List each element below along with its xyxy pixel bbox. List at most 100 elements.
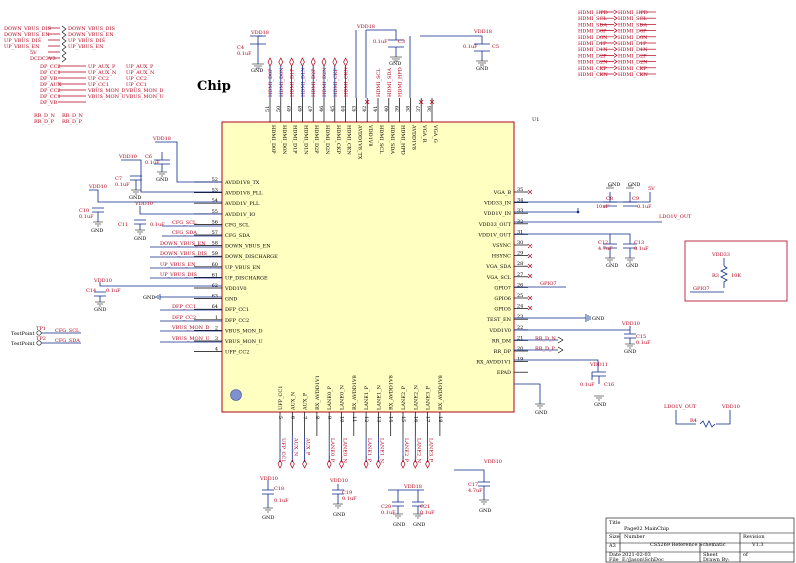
pin-number: 23	[517, 314, 523, 320]
net-label: HDMI_SCL	[618, 16, 647, 22]
pin-name[interactable]: VBUS_MON_D	[224, 328, 263, 334]
pin-name[interactable]: UFP_CC2	[225, 350, 249, 356]
pin-name[interactable]: AVDD1V_PLL	[224, 201, 260, 207]
gnd-label: GND	[91, 228, 103, 234]
net-label: HDMI_SCL	[376, 68, 382, 97]
port-arrow-icon	[343, 57, 348, 67]
pin-name[interactable]: RX_AVDD1V1	[476, 360, 511, 366]
pin-name[interactable]: UFP_CC1	[278, 386, 284, 410]
pin-number: 16	[412, 416, 418, 422]
pin-name[interactable]: GPIO5	[494, 307, 511, 313]
pin-name[interactable]: RX_AVDD1V8	[352, 375, 358, 410]
net-label: CFG_SCL	[55, 328, 80, 334]
pin-name[interactable]: HDMI_CKP	[335, 125, 341, 155]
pin-number: 53	[212, 188, 218, 194]
pin-name[interactable]: LANE2_N	[413, 384, 419, 410]
pin-name[interactable]: VSYNC	[491, 243, 511, 249]
pin-name[interactable]: EPAD	[497, 370, 511, 376]
pin-name[interactable]: LANE0_P	[327, 385, 333, 410]
pin-name[interactable]: HDMI_D0N	[281, 125, 287, 155]
pin-name[interactable]: AUX_N	[290, 391, 296, 411]
pin-name[interactable]: LANE2_P	[401, 385, 407, 410]
pin-name[interactable]: VGA_SCL	[486, 275, 512, 281]
pin-number: 44	[341, 106, 347, 112]
net-label: GPIO7	[693, 286, 710, 292]
cap-value: 0.1uF	[115, 182, 130, 188]
net-label: HDMI_D0P	[578, 29, 607, 35]
pin-name[interactable]: VGA_R	[421, 124, 427, 143]
pin-name[interactable]: AVDD1V8	[410, 124, 416, 150]
pin-name[interactable]: HDMI_D2P	[313, 125, 319, 154]
pin-name[interactable]: RX_AVDD1V8	[389, 375, 395, 410]
pin-name[interactable]: UP_VBUS_EN	[225, 265, 261, 271]
pin-number: 61	[212, 272, 218, 278]
pin-name[interactable]: HDMI_SDA	[389, 125, 395, 154]
pin-name[interactable]: HDMI_HPD	[400, 125, 406, 155]
pin-name[interactable]: VDD1V_IN	[483, 211, 512, 217]
net-label: DFP_CC2	[172, 315, 196, 321]
cap-value: 0.1uF	[636, 340, 651, 346]
pin-name[interactable]: LANE1_P	[364, 385, 370, 410]
pin-name[interactable]: VBUS_MON_U	[224, 339, 263, 345]
pin-name[interactable]: CFG_SCL	[225, 222, 250, 228]
pin-name[interactable]: AVDD1V_IO	[224, 212, 255, 218]
pin-name[interactable]: HDMI_D1N	[302, 125, 308, 155]
pin-name[interactable]: VGA_G	[432, 124, 438, 143]
pin-name[interactable]: GPIO7	[494, 285, 511, 291]
pin-name[interactable]: UP_DISCHARGE	[225, 275, 268, 281]
net-label: VBUS_MON_D	[171, 325, 210, 331]
pin-name[interactable]: VGA_B	[493, 190, 512, 196]
power-label: VDD10	[483, 459, 502, 465]
chip-body[interactable]	[221, 121, 515, 413]
pin-name[interactable]: AVDD1V8_TX	[224, 180, 260, 186]
pin-name[interactable]: DOWN_DISCHARGE	[225, 254, 278, 260]
testpoint-label: TestPoint	[11, 331, 34, 337]
gnd-icon	[393, 513, 423, 519]
net-label: LANE1_N	[378, 438, 384, 464]
cap-value: 10uF	[596, 204, 610, 210]
cap-c5-wire	[420, 35, 490, 61]
net-label: HDMI_D2P	[578, 53, 607, 59]
pin-name[interactable]: RR_DP	[494, 349, 512, 355]
pin-name[interactable]: CFG_SDA	[225, 233, 250, 239]
pin-name[interactable]: VDD33_IN	[483, 201, 511, 207]
pin-name[interactable]: AUX_P	[303, 392, 309, 411]
pin-name[interactable]: RX_AVDD1V8	[438, 375, 444, 410]
pin-name[interactable]: VDD1V_OUT	[477, 232, 511, 238]
pin-number: 35	[517, 187, 523, 193]
pin-name[interactable]: GPIO6	[494, 296, 511, 302]
pin-name[interactable]: HDMI_D0P	[270, 125, 276, 154]
net-label: HDMI_HPD	[398, 67, 404, 97]
pin-name[interactable]: LANE1_N	[376, 384, 382, 410]
pin-name[interactable]: DOWN_VBUS_EN	[225, 244, 271, 250]
pin-name[interactable]: HDMI_D1P	[292, 125, 298, 154]
pin-name[interactable]: DFP_CC2	[225, 318, 249, 324]
pin-name[interactable]: HSYNC	[492, 254, 511, 260]
pin-name[interactable]: VDD1V0	[488, 328, 511, 334]
net-label: HDMI_CKP	[578, 66, 608, 72]
pin-name[interactable]: VDD33_OUT	[478, 222, 512, 228]
pin-name[interactable]: RR_DM	[492, 338, 511, 344]
right-circuit: GND GND 5V 10uF C8 0.1uF C9 LDO1V_OUT GN…	[514, 182, 692, 416]
pin-name[interactable]: DFP_CC1	[225, 307, 249, 313]
pin-name[interactable]: LANE3_P	[426, 385, 432, 410]
cap-value: 4.7uF	[468, 488, 483, 494]
gnd-icon	[535, 403, 545, 409]
pin-name[interactable]: HDMI_SCL	[378, 125, 384, 154]
pin-name[interactable]: AVDD1V8_TX	[356, 124, 362, 160]
pin-name[interactable]: GND	[225, 297, 237, 303]
cap-value: 0.1uF	[637, 204, 652, 210]
power-label: VDD10	[118, 154, 137, 160]
net-label: LANE2_N	[415, 438, 421, 464]
pin-name[interactable]: HDMI_CKN	[346, 125, 352, 156]
pin-name[interactable]: RX_AVDD1V1	[315, 375, 321, 410]
pin-number: 56	[212, 219, 218, 225]
pin-name[interactable]: VGA_SDA	[485, 264, 511, 270]
pin-name[interactable]: LANE0_N	[340, 384, 346, 410]
pin-name[interactable]: HDMI_D2N	[324, 125, 330, 155]
pin-name[interactable]: AVDD1V8_PLL	[224, 191, 263, 197]
wire	[675, 410, 731, 425]
pin-name[interactable]: VDD1V8	[367, 124, 373, 147]
pin-name[interactable]: TEST_EN	[487, 317, 512, 323]
pin-name[interactable]: VDD1V0	[224, 286, 247, 292]
